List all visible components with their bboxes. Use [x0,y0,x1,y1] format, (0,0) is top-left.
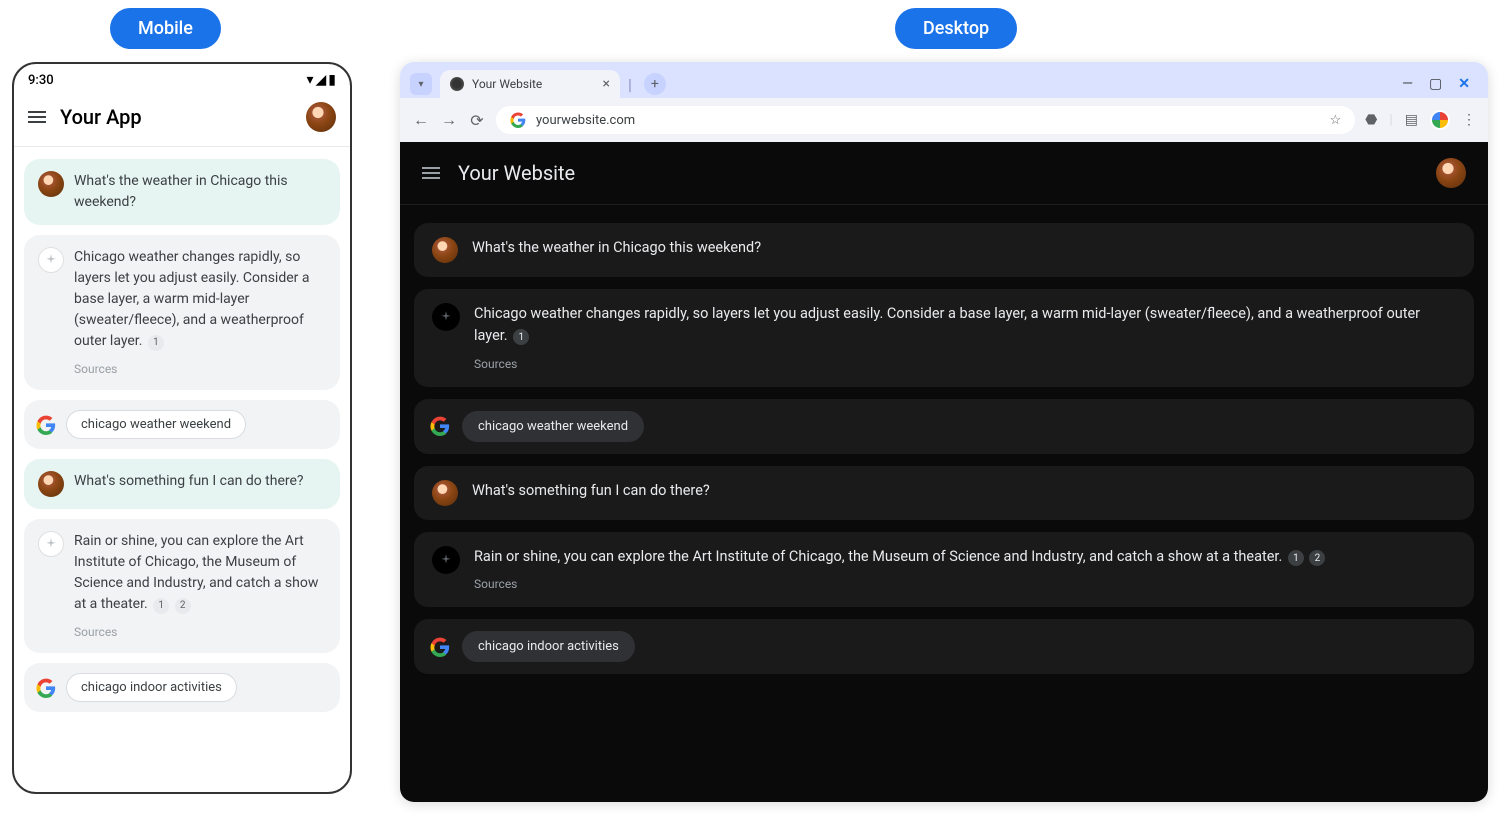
side-panel-icon[interactable]: ▤ [1405,112,1418,128]
user-message-text: What's something fun I can do there? [74,471,304,492]
ai-spark-icon [432,546,460,574]
maximize-icon[interactable]: ▢ [1429,76,1442,92]
user-message: What's something fun I can do there? [414,466,1474,520]
close-window-icon[interactable]: ✕ [1458,76,1470,92]
desktop-label: Desktop [895,8,1017,49]
google-logo-icon [36,415,56,435]
ai-message-text: Rain or shine, you can explore the Art I… [74,533,318,612]
mobile-device-frame: 9:30 ▾ ◢ ▮ Your App What's the weather i… [12,62,352,794]
browser-toolbar: ← → ⟳ yourwebsite.com ☆ ⬣ | ▤ ⋮ [400,98,1488,142]
sources-label[interactable]: Sources [74,623,326,641]
browser-tab[interactable]: Your Website × [440,70,620,98]
mobile-label: Mobile [110,8,221,49]
menu-icon[interactable] [28,111,46,123]
citation-badge[interactable]: 2 [1309,550,1325,566]
user-avatar-small [38,471,64,497]
ai-message: Chicago weather changes rapidly, so laye… [414,289,1474,387]
new-tab-button[interactable]: + [644,73,666,95]
minimize-icon[interactable]: — [1402,76,1413,92]
search-suggestion-card: chicago indoor activities [414,619,1474,674]
user-message: What's something fun I can do there? [24,459,340,509]
app-title: Your App [60,105,292,129]
search-suggestion-card: chicago weather weekend [24,400,340,449]
status-time: 9:30 [28,73,54,88]
google-logo-icon [430,637,450,657]
search-chip[interactable]: chicago weather weekend [462,411,644,442]
status-icons: ▾ ◢ ▮ [306,72,336,88]
google-logo-icon [510,112,526,128]
user-avatar-small [432,480,458,506]
search-chip[interactable]: chicago weather weekend [66,410,246,439]
user-avatar[interactable] [306,102,336,132]
google-logo-icon [430,416,450,436]
user-message-text: What's the weather in Chicago this weeke… [472,237,761,259]
url-text: yourwebsite.com [536,113,635,128]
citation-badge[interactable]: 1 [513,329,529,345]
forward-button[interactable]: → [440,110,458,130]
signal-icon: ◢ [316,72,327,88]
extensions-icon[interactable]: ⬣ [1365,112,1377,128]
ai-message-text: Rain or shine, you can explore the Art I… [474,548,1282,565]
ai-message: Rain or shine, you can explore the Art I… [24,519,340,653]
browser-tabstrip: ▾ Your Website × | + — ▢ ✕ [400,62,1488,98]
ai-spark-icon [38,247,64,273]
close-tab-icon[interactable]: × [603,76,610,92]
search-suggestion-card: chicago weather weekend [414,399,1474,454]
google-logo-icon [36,678,56,698]
ai-message-text: Chicago weather changes rapidly, so laye… [474,305,1420,344]
user-message: What's the weather in Chicago this weeke… [24,159,340,225]
back-button[interactable]: ← [412,110,430,130]
kebab-menu-icon[interactable]: ⋮ [1462,112,1476,128]
ai-spark-icon [38,531,64,557]
user-message-text: What's the weather in Chicago this weeke… [74,171,326,213]
desktop-browser-frame: ▾ Your Website × | + — ▢ ✕ ← → ⟳ yourweb… [400,62,1488,802]
user-avatar-small [38,171,64,197]
favicon [450,77,464,91]
tab-search-button[interactable]: ▾ [410,73,432,95]
citation-badge[interactable]: 1 [153,598,169,614]
citation-badge[interactable]: 2 [175,598,191,614]
site-user-avatar[interactable] [1436,158,1466,188]
search-suggestion-card: chicago indoor activities [24,663,340,712]
search-chip[interactable]: chicago indoor activities [66,673,237,702]
site-title: Your Website [458,161,1418,185]
battery-icon: ▮ [328,72,336,88]
citation-badge[interactable]: 1 [148,335,164,351]
ai-message-text: Chicago weather changes rapidly, so laye… [74,249,310,349]
citation-badge[interactable]: 1 [1288,550,1304,566]
user-message: What's the weather in Chicago this weeke… [414,223,1474,277]
bookmark-icon[interactable]: ☆ [1329,113,1341,128]
sources-label[interactable]: Sources [474,575,1325,593]
tab-title: Your Website [472,77,542,91]
ai-message: Rain or shine, you can explore the Art I… [414,532,1474,608]
user-message-text: What's something fun I can do there? [472,480,710,502]
address-bar[interactable]: yourwebsite.com ☆ [496,106,1355,134]
sources-label[interactable]: Sources [474,355,1456,373]
ai-spark-icon [432,303,460,331]
search-chip[interactable]: chicago indoor activities [462,631,635,662]
ai-message: Chicago weather changes rapidly, so laye… [24,235,340,390]
profile-icon[interactable] [1430,110,1450,130]
site-menu-icon[interactable] [422,167,440,179]
reload-button[interactable]: ⟳ [468,111,486,130]
user-avatar-small [432,237,458,263]
wifi-icon: ▾ [306,72,313,88]
sources-label[interactable]: Sources [74,360,326,378]
